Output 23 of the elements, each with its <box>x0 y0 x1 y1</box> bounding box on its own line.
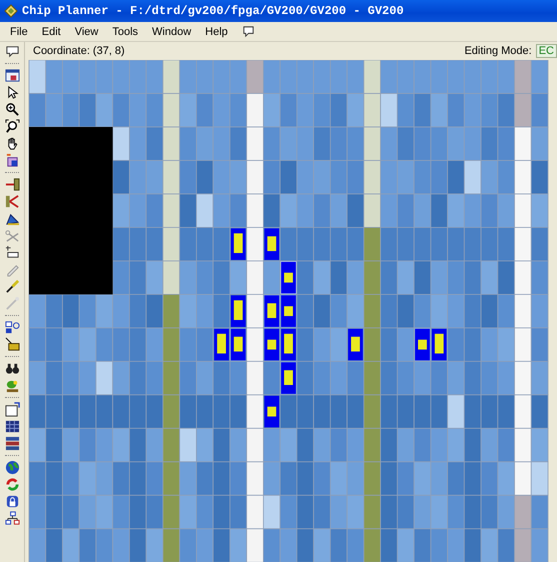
window-icon[interactable] <box>4 68 20 83</box>
menu-item[interactable]: Edit <box>42 26 61 38</box>
coordinate-readout: Coordinate: (37, 8) <box>33 44 126 57</box>
menu-item[interactable]: View <box>74 26 98 38</box>
tree-icon[interactable] <box>4 511 20 526</box>
binoc-icon[interactable] <box>4 361 20 376</box>
editing-mode-label: Editing Mode: <box>464 44 532 57</box>
bubble-icon[interactable] <box>4 44 20 59</box>
menu-item[interactable]: Tools <box>112 26 138 38</box>
menu-item[interactable]: Window <box>152 26 192 38</box>
menu-item[interactable]: Help <box>205 26 228 38</box>
app-icon <box>4 4 18 18</box>
speech-bubble-icon[interactable] <box>242 25 255 38</box>
globe-icon[interactable] <box>4 460 20 475</box>
probe-icon[interactable] <box>4 279 20 294</box>
table-icon[interactable] <box>4 419 20 434</box>
menu-item[interactable]: File <box>10 26 28 38</box>
lock-icon[interactable] <box>4 494 20 509</box>
window-title: Chip Planner - F:/dtrd/gv200/fpga/GV200/GV200 - GV200 <box>22 4 404 18</box>
zoomrect-icon[interactable] <box>4 119 20 134</box>
list-icon[interactable] <box>4 436 20 451</box>
editing-mode-field: EC <box>536 44 557 58</box>
zoom-icon[interactable] <box>4 102 20 117</box>
